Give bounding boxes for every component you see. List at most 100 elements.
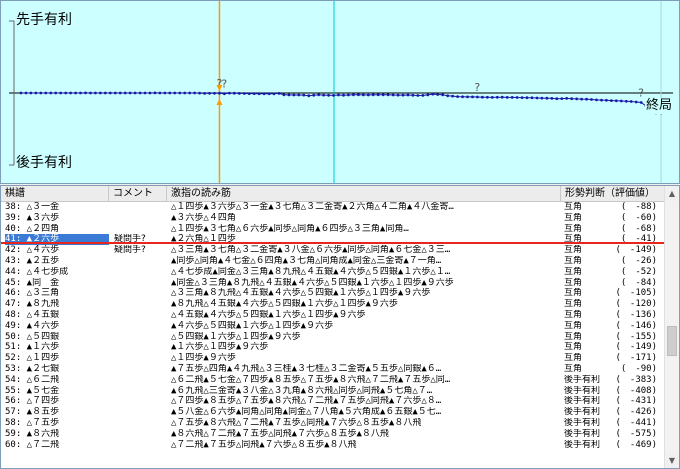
judgement-cell: 後手有利 xyxy=(564,417,601,428)
table-row[interactable]: 51: ▲１六歩 ▲１六歩△１四歩▲９六歩 互角 ( -149) xyxy=(1,342,666,353)
table-row[interactable]: 52: △１四歩 △１四歩▲９六歩 互角 ( -171) xyxy=(1,353,666,364)
reading-cell: ▲８九飛△４五銀▲４六歩△５四銀▲１六歩△１四歩▲９六歩 xyxy=(171,299,398,310)
evaluation-point xyxy=(59,91,63,95)
table-row[interactable]: 44: △４七歩成 △４七歩成▲同金△３三角▲８九飛△４五銀▲４六歩△５四銀▲１六… xyxy=(1,267,666,278)
reading-cell: △１四歩▲９六歩 xyxy=(171,353,236,364)
evaluation-point xyxy=(163,91,167,95)
eval-cell: ( -52) xyxy=(620,266,657,277)
evaluation-point xyxy=(64,91,68,95)
evaluation-point xyxy=(580,97,583,101)
question-mark-icon: ? xyxy=(474,81,480,94)
table-row[interactable]: 50: △５四銀 △５四銀▲１六歩△１四歩▲９六歩 互角 ( -155) xyxy=(1,332,666,343)
table-row[interactable]: 55: ▲５七金 ▲６九飛△三金寄▲３八金△３九角▲８六飛△同歩△同飛▲５七角△７… xyxy=(1,386,666,397)
reading-cell: △７四歩▲８五歩△７五歩▲８六飛△７二飛▲７五歩△同飛▲７六歩△８… xyxy=(171,396,442,407)
kifu-list[interactable]: 棋譜 コメント 激指の読み筋 形勢判断（評価値） 38: △３一金 △１四歩▲３六… xyxy=(0,185,680,469)
kifu-rows: 38: △３一金 △１四歩▲３六歩△３一金▲３七角△３二金寄▲２六角△４二角▲４八… xyxy=(1,202,666,450)
evaluation-point xyxy=(411,93,415,97)
move-cell: 49: ▲４六歩 xyxy=(5,320,60,331)
evaluation-point xyxy=(173,91,177,95)
table-row[interactable]: 58: △７五歩 △７五歩▲８六飛△７二飛▲７五歩△同飛▲７六歩△８五歩▲８八飛 後… xyxy=(1,418,666,429)
evaluation-point xyxy=(436,93,440,96)
evaluation-point xyxy=(505,96,509,99)
move-cell: 42: △４六歩 xyxy=(5,245,60,256)
table-row[interactable]: 45: ▲同 金 ▲同金△３三角▲８九飛△４五銀▲４六歩△５四銀▲１六歩△１四歩▲… xyxy=(1,278,666,289)
move-cell: 39: ▲３六歩 xyxy=(5,212,60,223)
table-row[interactable]: 54: △６二飛 △６二飛▲５七金△７四歩▲８五歩△７五歩▲８六飛△７二飛▲７五歩… xyxy=(1,375,666,386)
move-cell: 43: ▲２五歩 xyxy=(5,255,60,266)
evaluation-point xyxy=(143,91,147,95)
evaluation-point xyxy=(520,96,524,99)
evaluation-point xyxy=(639,101,643,104)
evaluation-graph-canvas[interactable]: ???? xyxy=(1,1,680,184)
table-row[interactable]: 60: △７二飛 △７二飛▲７五歩△同飛▲７六歩△８五歩▲８八飛 後手有利 ( -46… xyxy=(1,440,666,451)
scroll-down-icon[interactable]: ▼ xyxy=(665,453,679,468)
table-row[interactable]: 40: △２四角 △１四歩▲３七角△６六歩▲同歩△同角▲６四歩△３三角▲同角… 互角… xyxy=(1,224,666,235)
evaluation-point xyxy=(391,93,395,97)
table-row[interactable]: 56: △７四歩 △７四歩▲８五歩△７五歩▲８六飛△７二飛▲７五歩△同飛▲７六歩△… xyxy=(1,396,666,407)
table-row[interactable]: 59: ▲８六飛 ▲８六飛△７二飛▲７五歩△同飛▲７六歩△８五歩▲８八飛 後手有利 (… xyxy=(1,429,666,440)
table-row[interactable]: 48: △４五銀 △４五銀▲４六歩△５四銀▲１六歩△１四歩▲９六歩 互角 ( -136… xyxy=(1,310,666,321)
evaluation-point xyxy=(158,91,162,95)
table-row[interactable]: 46: △３三角 △３三角▲８九飛△４五銀▲４六歩△５四銀▲１六歩△１四歩▲９六歩… xyxy=(1,288,666,299)
eval-cell: ( -149) xyxy=(615,245,657,256)
evaluation-point xyxy=(495,95,499,99)
evaluation-point xyxy=(247,92,251,95)
table-row[interactable]: 57: ▲８五歩 ▲５八金△６六歩▲同角△同角▲同金△７八角▲５六角成▲６五銀▲５… xyxy=(1,407,666,418)
move-cell: 58: △７五歩 xyxy=(5,417,60,428)
evaluation-point xyxy=(451,94,454,98)
vertical-scrollbar[interactable]: ▲ ▼ xyxy=(664,186,679,468)
move-cell: 56: △７四歩 xyxy=(5,396,60,407)
evaluation-point xyxy=(545,96,549,100)
eval-cell: ( -120) xyxy=(615,299,657,310)
evaluation-point xyxy=(540,96,544,100)
gote-advantage-label: 後手有利 xyxy=(15,155,73,171)
reading-cell: ▲３六歩△４四角 xyxy=(171,212,236,223)
evaluation-point xyxy=(371,93,375,97)
evaluation-point xyxy=(610,99,613,102)
evaluation-point xyxy=(525,96,529,100)
table-row[interactable]: 53: ▲２七銀 ▲７五歩△四角▲４九飛△３三桂▲３七桂△３二金寄▲５五歩△同銀▲… xyxy=(1,364,666,375)
header-reading[interactable]: 激指の読み筋 xyxy=(167,186,561,202)
judgement-cell: 互角 xyxy=(564,277,583,288)
eval-cell: ( -26) xyxy=(620,255,657,266)
move-cell: 48: △４五銀 xyxy=(5,309,60,320)
evaluation-point xyxy=(555,97,559,101)
evaluation-graph[interactable]: ???? 先手有利 後手有利 終局 xyxy=(0,0,680,184)
evaluation-point xyxy=(476,95,479,99)
evaluation-point xyxy=(565,97,569,100)
header-comment[interactable]: コメント xyxy=(109,186,167,202)
table-row[interactable]: 38: △３一金 △１四歩▲３六歩△３一金▲３七角△３二金寄▲２六角△４二角▲４八… xyxy=(1,202,666,213)
table-row[interactable]: 43: ▲２五歩 ▲同歩△同角▲４七金△６四角▲３七角△同角成▲同金△三金寄▲７一… xyxy=(1,256,666,267)
evaluation-point xyxy=(361,93,365,97)
evaluation-point xyxy=(550,97,554,100)
question-mark-icon: ? xyxy=(221,78,227,91)
judgement-cell: 後手有利 xyxy=(564,428,601,439)
evaluation-point xyxy=(352,93,355,97)
table-row[interactable]: 39: ▲３六歩 ▲３六歩△４四角 互角 ( -60) xyxy=(1,213,666,224)
move-cell: 59: ▲８六飛 xyxy=(5,428,60,439)
eval-cell: ( -408) xyxy=(615,385,657,396)
evaluation-point xyxy=(500,95,504,99)
header-kifu[interactable]: 棋譜 xyxy=(1,186,109,202)
evaluation-point xyxy=(619,99,623,103)
table-row[interactable]: 49: ▲４六歩 ▲４六歩△５四銀▲１六歩△１四歩▲９六歩 互角 ( -146) xyxy=(1,321,666,332)
table-row[interactable]: 47: ▲８九飛 ▲８九飛△４五銀▲４六歩△５四銀▲１六歩△１四歩▲９六歩 互角 ( … xyxy=(1,299,666,310)
eval-cell: ( -149) xyxy=(615,342,657,353)
evaluation-point xyxy=(624,99,628,103)
evaluation-series-line xyxy=(21,92,661,114)
table-row[interactable]: 42: △４六歩 疑問手? △３三角▲３七角△３二金寄▲３八金△６六歩▲同歩△同角▲… xyxy=(1,245,666,256)
scrollbar-thumb[interactable] xyxy=(667,326,677,356)
evaluation-point xyxy=(188,91,192,95)
evaluation-point xyxy=(481,95,484,99)
evaluation-point xyxy=(252,92,256,95)
evaluation-point xyxy=(441,93,445,97)
evaluation-point xyxy=(49,91,53,95)
evaluation-point xyxy=(113,91,117,95)
question-mark-icon: ? xyxy=(638,86,644,99)
move-cell: 60: △７二飛 xyxy=(5,439,60,450)
reading-cell: △７二飛▲７五歩△同飛▲７六歩△８五歩▲８八飛 xyxy=(171,439,357,450)
evaluation-point xyxy=(406,93,410,97)
header-judgement[interactable]: 形勢判断（評価値） xyxy=(561,186,666,202)
evaluation-point xyxy=(84,91,87,95)
scroll-up-icon[interactable]: ▲ xyxy=(665,186,679,201)
